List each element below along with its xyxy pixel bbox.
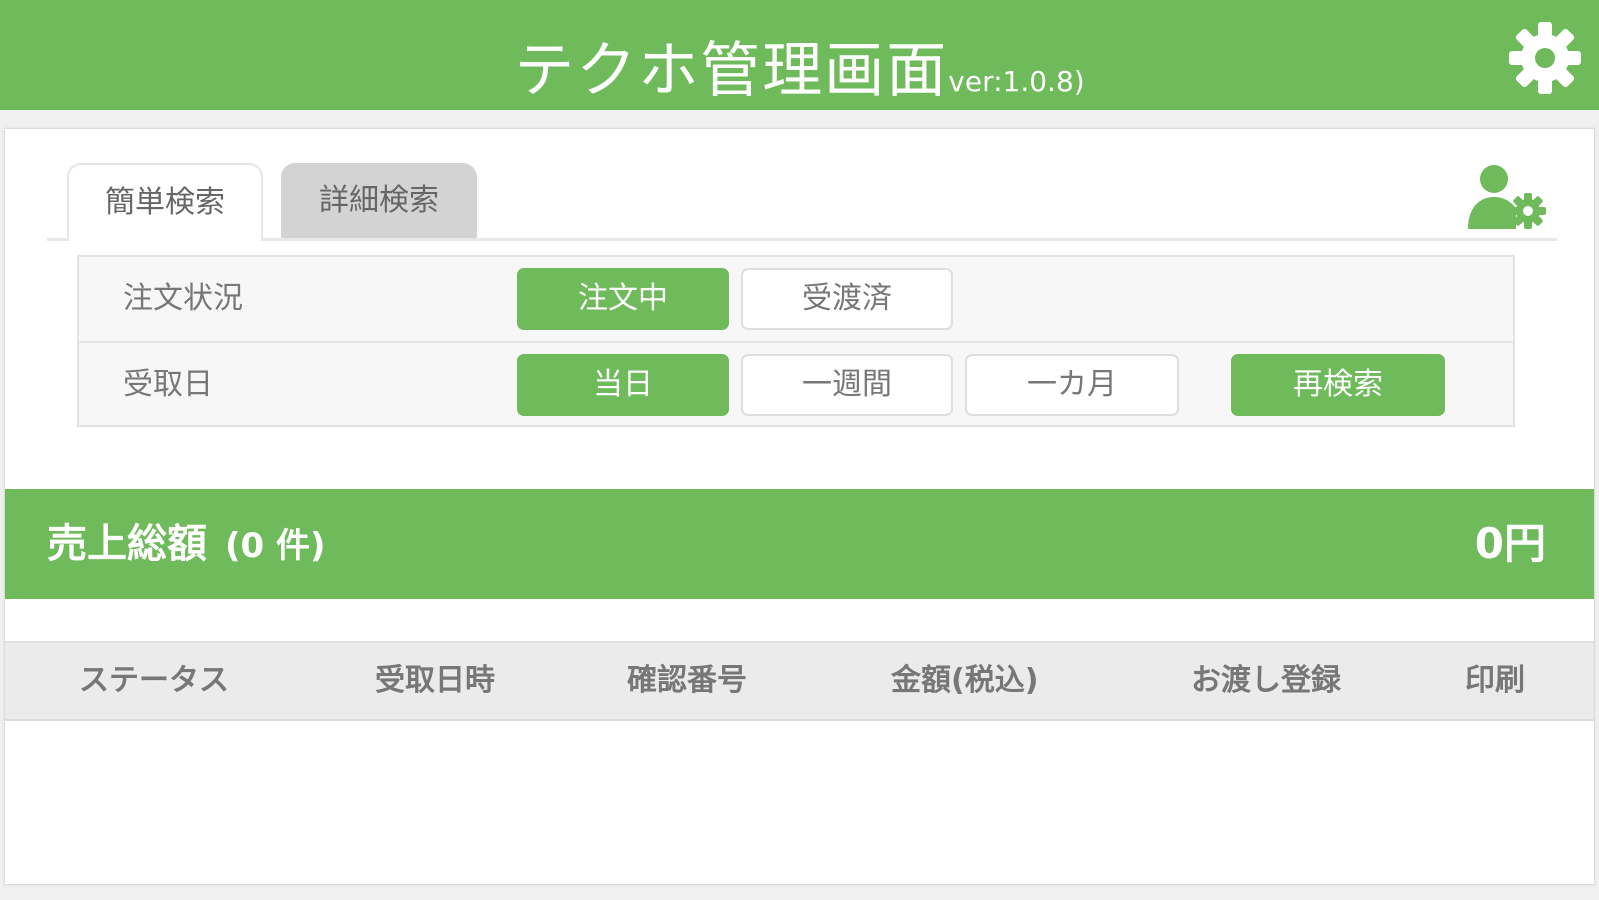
pickup-date-label: 受取日	[123, 367, 213, 402]
sales-amount: 0円	[1474, 519, 1546, 568]
page-title: テクホ管理画面ver:1.0.8)	[0, 22, 1599, 109]
sales-count: (0 件)	[225, 526, 326, 566]
column-header-status: ステータス	[79, 663, 229, 698]
user-gear-icon[interactable]	[1466, 163, 1548, 231]
research-button[interactable]: 再検索	[1231, 354, 1445, 416]
search-tabs: 簡単検索 詳細検索	[47, 163, 1557, 241]
tab-detailed-search[interactable]: 詳細検索	[281, 163, 477, 238]
column-header-handover: お渡し登録	[1191, 663, 1341, 698]
version-text: ver:1.0.8)	[948, 65, 1085, 98]
status-ordering-button[interactable]: 注文中	[517, 268, 729, 330]
tab-simple-search[interactable]: 簡単検索	[67, 163, 263, 241]
table-header: ステータス 受取日時 確認番号 金額(税込) お渡し登録 印刷	[5, 641, 1594, 721]
filter-row-order-status: 注文状況 注文中 受渡済	[79, 257, 1513, 343]
sales-label-text: 売上総額	[47, 521, 207, 567]
column-header-print: 印刷	[1465, 663, 1525, 698]
column-header-amount: 金額(税込)	[891, 663, 1039, 698]
order-status-label: 注文状況	[123, 281, 243, 316]
column-header-confirmation-number: 確認番号	[627, 663, 747, 698]
app-header: テクホ管理画面ver:1.0.8)	[0, 0, 1599, 110]
status-delivered-button[interactable]: 受渡済	[741, 268, 953, 330]
date-week-button[interactable]: 一週間	[741, 354, 953, 416]
gear-icon[interactable]	[1505, 18, 1585, 98]
sales-total-label: 売上総額 (0 件)	[47, 489, 326, 601]
title-text: テクホ管理画面	[514, 36, 949, 106]
filter-box: 注文状況 注文中 受渡済 受取日 当日 一週間 一カ月 再検索	[77, 255, 1515, 427]
column-header-pickup-datetime: 受取日時	[375, 663, 495, 698]
date-today-button[interactable]: 当日	[517, 354, 729, 416]
app-window: テクホ管理画面ver:1.0.8) 簡単検索 詳細検索 注文状況 注文中 受渡済…	[0, 0, 1599, 900]
filter-row-pickup-date: 受取日 当日 一週間 一カ月 再検索	[79, 343, 1513, 427]
search-panel: 簡単検索 詳細検索 注文状況 注文中 受渡済 受取日 当日 一週間 一カ月 再検…	[4, 128, 1595, 885]
date-month-button[interactable]: 一カ月	[965, 354, 1179, 416]
sales-summary-bar: 売上総額 (0 件) 0円	[5, 489, 1594, 599]
